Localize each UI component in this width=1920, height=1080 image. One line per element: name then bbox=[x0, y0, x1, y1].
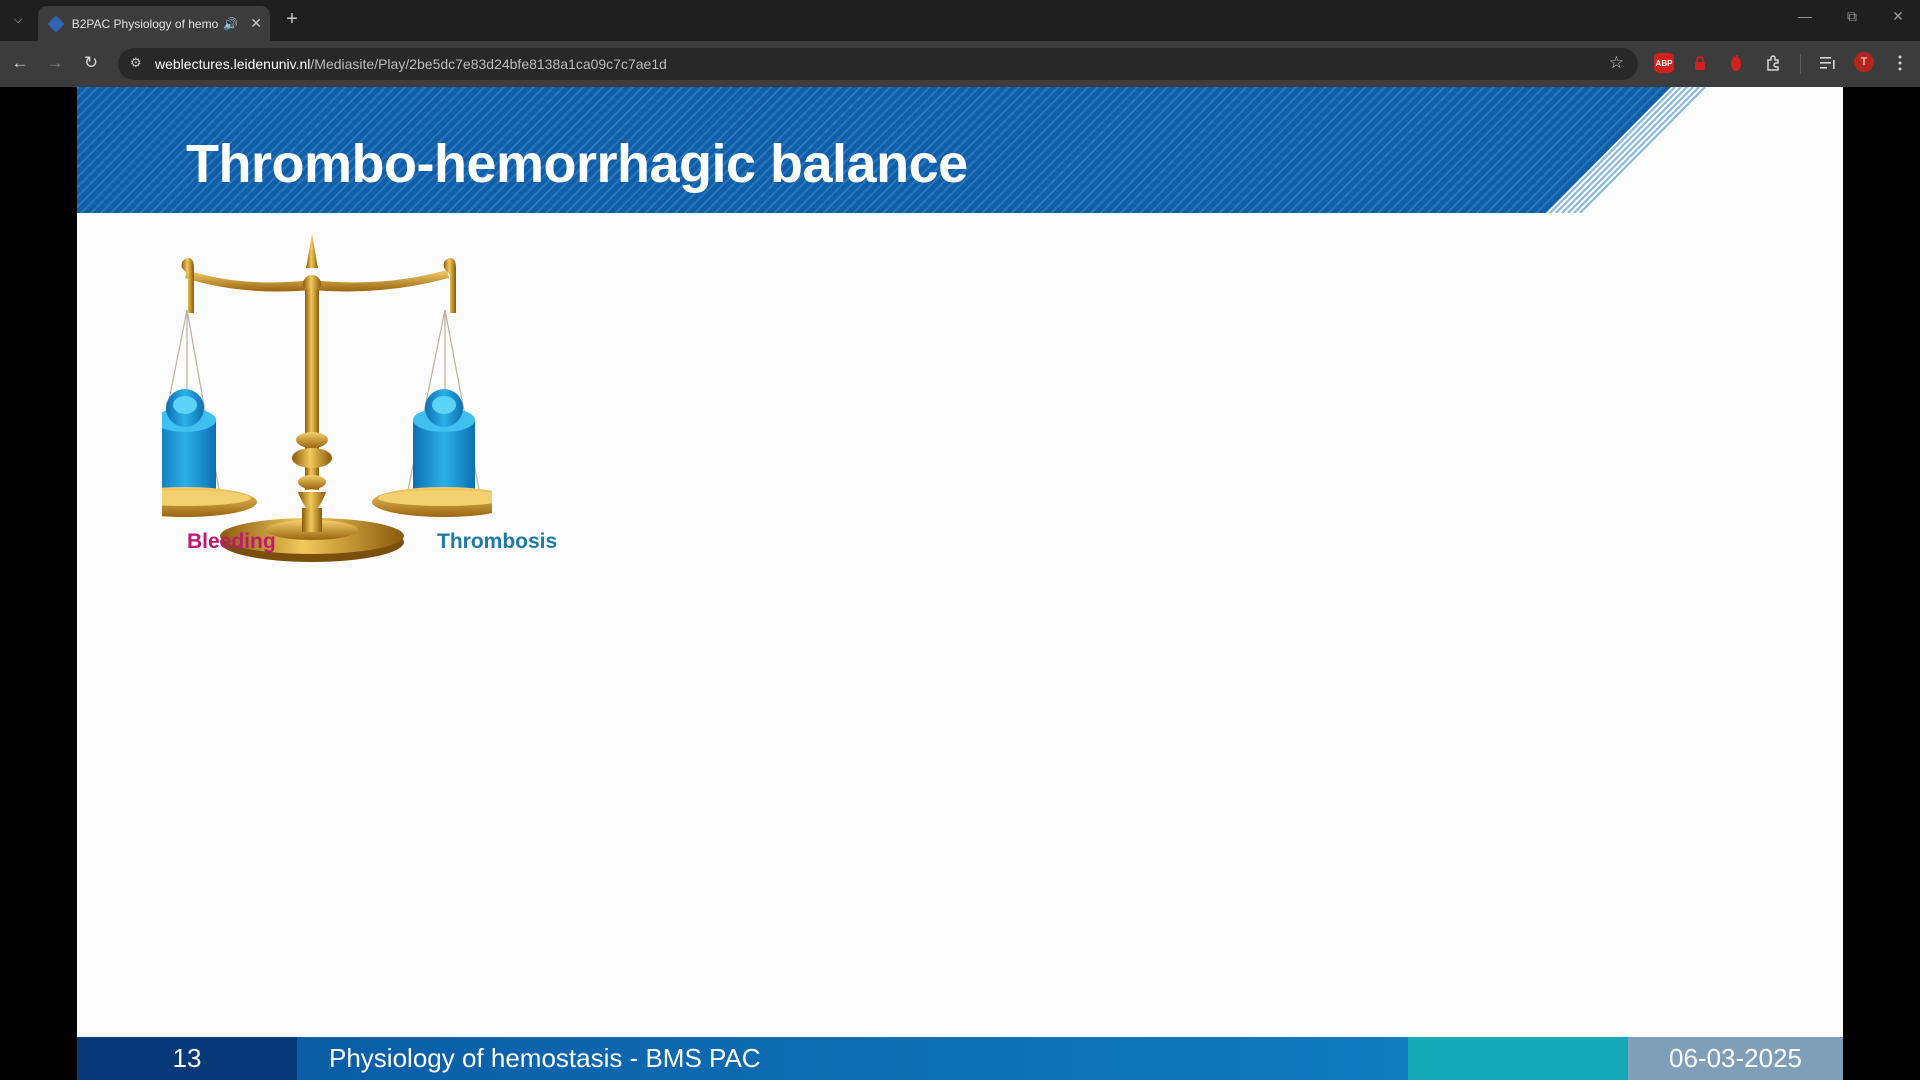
toolbar-separator bbox=[1800, 54, 1801, 74]
reload-icon[interactable]: ↻ bbox=[79, 51, 103, 75]
back-arrow-icon[interactable]: ← bbox=[8, 51, 32, 75]
balance-scale-illustration bbox=[162, 234, 492, 562]
browser-toolbar: ← → ↻ ⚙ weblectures.leidenuniv.nl/Medias… bbox=[0, 41, 1920, 87]
lock-extension-icon[interactable] bbox=[1690, 53, 1710, 73]
adblock-plus-icon[interactable]: ABP bbox=[1654, 53, 1674, 73]
restore-icon[interactable]: ⧉ bbox=[1840, 8, 1864, 25]
slide-date: 06-03-2025 bbox=[1628, 1037, 1843, 1080]
address-bar[interactable]: ⚙ weblectures.leidenuniv.nl/Mediasite/Pl… bbox=[118, 48, 1638, 80]
speaker-icon[interactable]: 🔊 bbox=[223, 17, 238, 31]
slide-title: Thrombo-hemorrhagic balance bbox=[186, 134, 968, 194]
hand-extension-icon[interactable] bbox=[1726, 53, 1746, 73]
tab-search-chevron-icon[interactable]: ⌵ bbox=[6, 9, 30, 31]
slide-page-number: 13 bbox=[77, 1037, 297, 1080]
forward-arrow-icon[interactable]: → bbox=[43, 51, 67, 75]
window-close-icon[interactable]: ✕ bbox=[1886, 8, 1910, 25]
slide: Thrombo-hemorrhagic balance Bleeding Thr… bbox=[77, 87, 1843, 1080]
extensions-puzzle-icon[interactable] bbox=[1764, 53, 1784, 73]
footer-teal-block bbox=[1408, 1037, 1628, 1080]
bookmark-star-icon[interactable]: ☆ bbox=[1609, 53, 1624, 73]
profile-avatar[interactable]: T bbox=[1854, 52, 1874, 72]
browser-tab-strip: ⌵ B2PAC Physiology of hemo 🔊 ✕ + — ⧉ ✕ bbox=[0, 0, 1920, 41]
tab-title: B2PAC Physiology of hemo bbox=[71, 16, 219, 31]
active-tab[interactable]: B2PAC Physiology of hemo 🔊 ✕ bbox=[38, 6, 270, 41]
course-title: Physiology of hemostasis - BMS PAC bbox=[297, 1037, 1408, 1080]
new-tab-plus-icon[interactable]: + bbox=[280, 8, 304, 31]
close-tab-icon[interactable]: ✕ bbox=[250, 15, 262, 32]
site-info-tune-icon[interactable]: ⚙ bbox=[130, 55, 142, 71]
kebab-menu-icon[interactable] bbox=[1890, 53, 1910, 73]
minimize-icon[interactable]: — bbox=[1793, 8, 1817, 24]
tab-favicon-icon bbox=[48, 16, 64, 32]
media-queue-icon[interactable] bbox=[1818, 53, 1838, 73]
bleeding-label: Bleeding bbox=[187, 530, 276, 553]
url-text[interactable]: weblectures.leidenuniv.nl/Mediasite/Play… bbox=[155, 56, 667, 72]
thrombosis-label: Thrombosis bbox=[437, 530, 558, 553]
slide-footer: 13 Physiology of hemostasis - BMS PAC 06… bbox=[77, 1037, 1843, 1080]
video-viewport[interactable]: Thrombo-hemorrhagic balance Bleeding Thr… bbox=[0, 87, 1920, 1080]
